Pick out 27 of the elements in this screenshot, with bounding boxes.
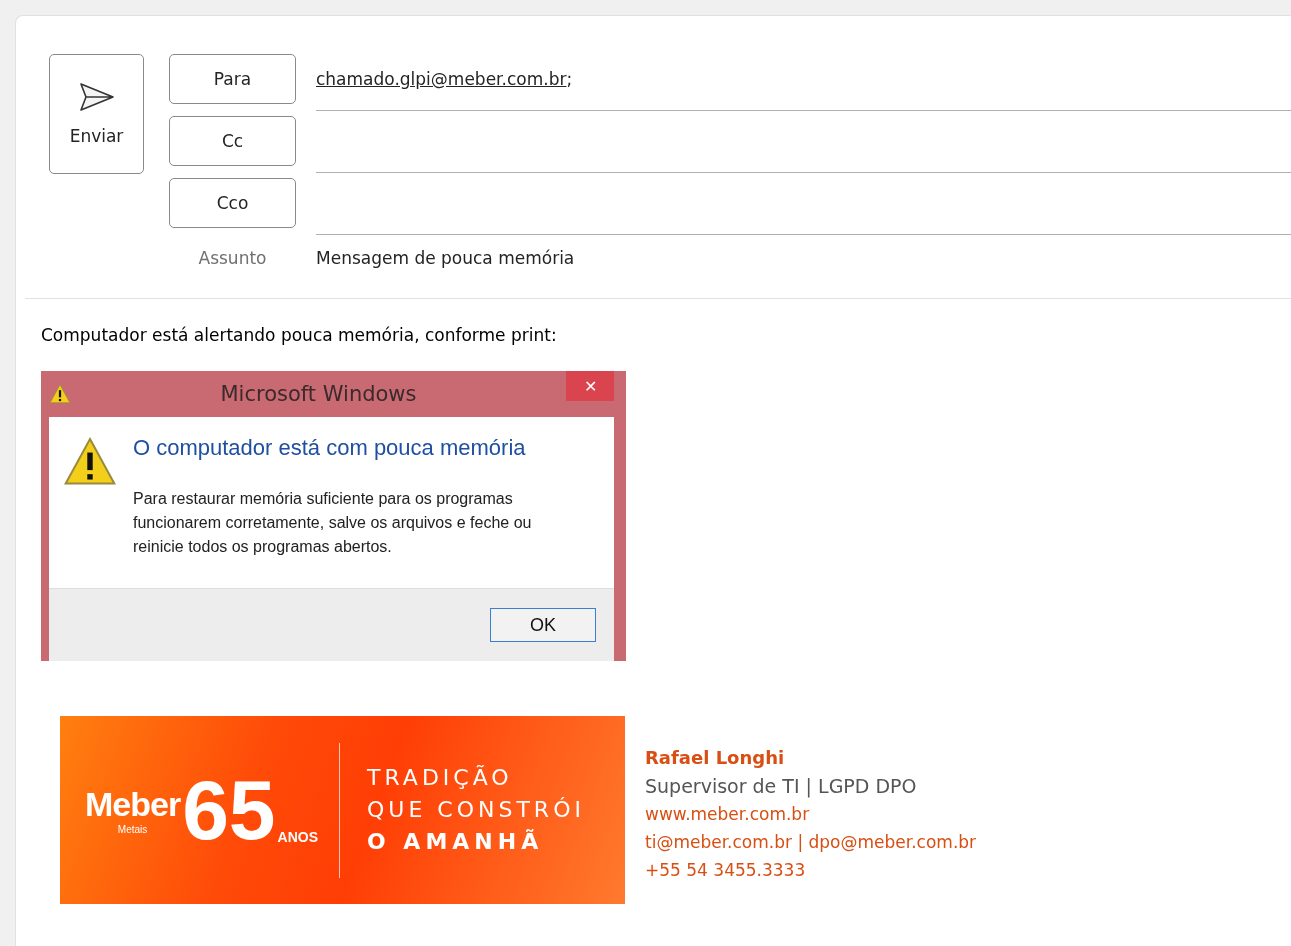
phone-number: +55 54 3455.3333 [645, 859, 807, 882]
recipient-button[interactable]: Cco [169, 178, 296, 228]
brand-subtitle: Metais [117, 824, 148, 835]
subject-label: Assunto [197, 248, 268, 268]
ok-button[interactable]: OK [490, 608, 596, 642]
website-link[interactable]: www.meber.com.br [645, 800, 977, 828]
tagline-text: QUE CONSTRÓI [367, 796, 585, 824]
recipient-field[interactable]: chamado.glpi@meber.com.br; [316, 54, 1291, 111]
anniversary-label: ANOS [277, 829, 319, 845]
signature-role: Supervisor de TI | LGPD DPO [645, 774, 918, 800]
signature-name: Rafael Longhi [645, 746, 786, 770]
message-text: Computador está alertando pouca memória, conforme print: [41, 325, 558, 345]
send-icon [78, 82, 115, 112]
send-button[interactable]: Enviar [49, 54, 144, 174]
tagline-text: TRADIÇÃO [367, 764, 514, 792]
warning-icon [49, 383, 71, 405]
recipient-button[interactable]: Cc [169, 116, 296, 166]
tagline-text: O AMANHÃ [367, 828, 545, 856]
email-links[interactable]: ti@meber.com.br | dpo@meber.com.br [645, 828, 977, 856]
anniversary-number: 65 [182, 768, 276, 852]
close-button[interactable]: ✕ [566, 371, 614, 401]
dialog-message: Para restaurar memória suficiente para os programas funcionarem corretamente, salve os arquivos e feche ou reinicie todos os programas abertos. [133, 489, 533, 557]
dialog-title: Microsoft Windows [219, 382, 418, 406]
recipient-button[interactable]: Para [169, 54, 296, 104]
subject-field[interactable]: Mensagem de pouca memória [316, 248, 575, 268]
brand-logo: Meber [85, 785, 181, 824]
dialog-heading: O computador está com pouca memória [133, 435, 527, 461]
